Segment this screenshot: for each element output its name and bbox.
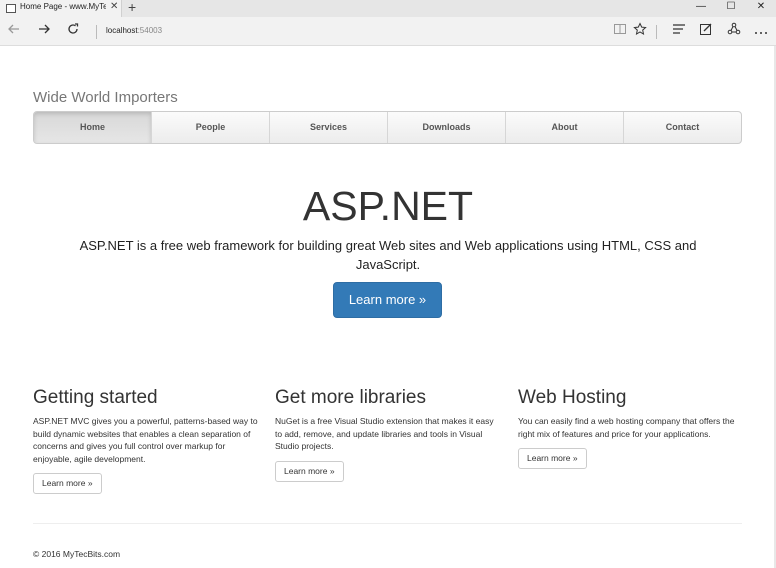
hero-text: ASP.NET is a free web framework for buil… <box>79 238 697 272</box>
nav-services[interactable]: Services <box>270 112 388 143</box>
more-icon[interactable] <box>752 22 770 40</box>
close-tab-icon[interactable]: ✕ <box>110 1 118 12</box>
reading-view-icon[interactable] <box>611 22 629 40</box>
toolbar-separator <box>656 25 657 39</box>
page-icon <box>6 4 16 13</box>
star-icon[interactable] <box>631 22 649 40</box>
share-icon[interactable] <box>725 22 743 40</box>
column-libraries: Get more libraries NuGet is a free Visua… <box>275 387 503 482</box>
nav-people[interactable]: People <box>152 112 270 143</box>
refresh-icon[interactable] <box>64 22 82 40</box>
column-text: ASP.NET MVC gives you a powerful, patter… <box>33 416 258 464</box>
forward-icon[interactable] <box>35 22 53 40</box>
url-port: :54003 <box>137 26 163 35</box>
browser-titlebar: Home Page - www.MyTe ✕ + — ☐ ✕ <box>0 0 776 17</box>
web-note-icon[interactable] <box>697 22 715 40</box>
nav-downloads[interactable]: Downloads <box>388 112 506 143</box>
footer-divider <box>33 523 742 524</box>
nav-about[interactable]: About <box>506 112 624 143</box>
site-brand[interactable]: Wide World Importers <box>33 89 178 106</box>
learn-more-button[interactable]: Learn more » <box>518 448 587 469</box>
nav-home[interactable]: Home <box>34 112 152 143</box>
column-getting-started: Getting started ASP.NET MVC gives you a … <box>33 387 261 494</box>
browser-tab[interactable]: Home Page - www.MyTe ✕ <box>0 0 122 17</box>
hero-title: ASP.NET <box>302 183 474 229</box>
column-title: Getting started <box>33 387 158 408</box>
url-host: localhost <box>106 26 138 35</box>
column-text: NuGet is a free Visual Studio extension … <box>275 416 494 451</box>
address-separator <box>96 25 97 39</box>
nav-contact[interactable]: Contact <box>624 112 741 143</box>
footer-copyright: © 2016 MyTecBits.com <box>33 549 121 559</box>
address-input[interactable]: localhost:54003 <box>106 26 162 35</box>
new-tab-icon[interactable]: + <box>128 0 136 15</box>
browser-toolbar: localhost:54003 <box>0 17 776 46</box>
column-web-hosting: Web Hosting You can easily find a web ho… <box>518 387 746 469</box>
column-text: You can easily find a web hosting compan… <box>518 416 735 439</box>
site-navbar: Home People Services Downloads About Con… <box>33 111 742 144</box>
learn-more-button[interactable]: Learn more » <box>33 473 102 494</box>
hub-icon[interactable] <box>670 22 688 40</box>
learn-more-button[interactable]: Learn more » <box>275 460 344 482</box>
column-title: Get more libraries <box>275 387 426 408</box>
hero-learn-more-button[interactable]: Learn more » <box>333 282 442 318</box>
maximize-button[interactable]: ☐ <box>716 1 746 16</box>
minimize-button[interactable]: — <box>686 1 716 16</box>
back-icon[interactable] <box>5 22 23 40</box>
column-title: Web Hosting <box>518 387 627 408</box>
close-window-button[interactable]: ✕ <box>746 1 776 16</box>
tab-title: Home Page - www.MyTe <box>20 2 106 11</box>
